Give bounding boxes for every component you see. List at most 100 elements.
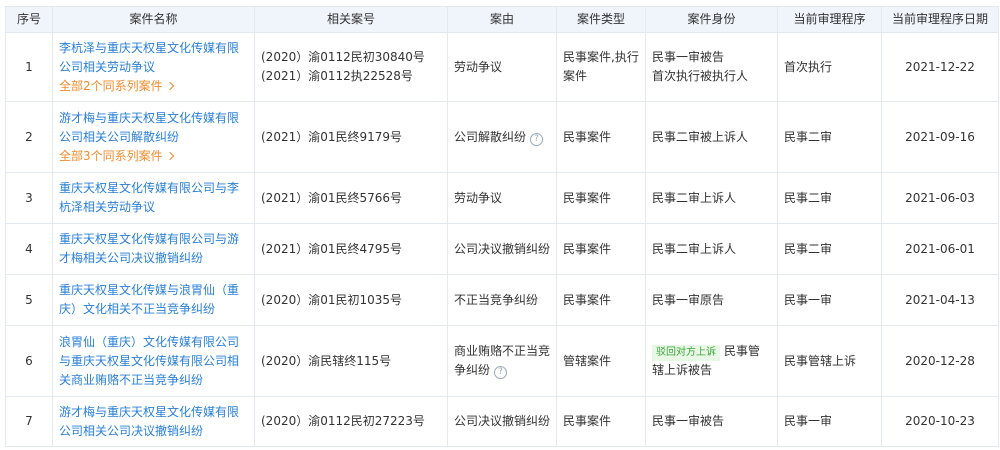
- procedure-date: 2021-12-22: [881, 32, 999, 102]
- col-header-index: 序号: [5, 6, 53, 33]
- case-number-cell: (2021）渝01民终4795号: [254, 223, 448, 275]
- series-cases-label: 全部3个同系列案件: [59, 148, 163, 163]
- procedure: 民事二审: [777, 172, 882, 224]
- case-number-cell: (2020）渝01民初1035号: [254, 274, 448, 326]
- procedure-date: 2021-06-01: [881, 223, 999, 275]
- case-name-cell: 游才梅与重庆天权星文化传媒有限公司相关公司决议撤销纠纷: [52, 396, 255, 447]
- cause-cell: 公司解散纠纷?: [447, 101, 557, 173]
- case-number: (2020）渝民辖终115号: [261, 353, 392, 368]
- case-type: 民事案件: [556, 101, 646, 173]
- cause-cell: 不正当竞争纠纷: [447, 274, 557, 326]
- case-identity-cell: 民事二审上诉人: [645, 223, 778, 275]
- case-identity: 民事二审被上诉人: [652, 129, 749, 144]
- case-number: (2020）渝0112民初27223号: [261, 414, 425, 428]
- series-cases-label: 全部2个同系列案件: [59, 78, 163, 93]
- col-header-case-name: 案件名称: [52, 6, 255, 33]
- case-name-cell: 游才梅与重庆天权星文化传媒有限公司相关公司解散纠纷全部3个同系列案件: [52, 101, 255, 173]
- case-name-link[interactable]: 浪胃仙（重庆）文化传媒有限公司与重庆天权星文化传媒有限公司相关商业贿赂不正当竞争…: [59, 335, 239, 387]
- table-row: 3 重庆天权星文化传媒有限公司与李杭泽相关劳动争议 (2021）渝01民终5766号…: [5, 172, 999, 224]
- case-name-link[interactable]: 重庆天权星文化传媒与浪胃仙（重庆）文化相关不正当竞争纠纷: [59, 283, 239, 316]
- series-cases-link[interactable]: 全部3个同系列案件: [59, 147, 248, 166]
- table-row: 1 李杭泽与重庆天权星文化传媒有限公司相关劳动争议 全部2个同系列案件 (2020）渝…: [5, 32, 999, 102]
- question-circle-icon[interactable]: ?: [494, 366, 508, 379]
- case-type: 民事案件: [556, 274, 646, 326]
- procedure: 民事一审: [777, 396, 882, 447]
- result-badge: 驳回对方上诉: [652, 345, 720, 361]
- procedure: 首次执行: [777, 32, 882, 102]
- case-identity: 民事二审上诉人: [652, 241, 737, 256]
- case-number-cell: (2020）渝0112民初30840号 (2021）渝0112执22528号: [254, 32, 448, 102]
- table-row: 5 重庆天权星文化传媒与浪胃仙（重庆）文化相关不正当竞争纠纷 (2020）渝01民初…: [5, 274, 999, 326]
- case-identity: 民事二审上诉人: [652, 190, 737, 205]
- case-name-cell: 重庆天权星文化传媒有限公司与游才梅相关公司决议撤销纠纷: [52, 223, 255, 275]
- case-number: (2020）渝01民初1035号: [261, 292, 403, 307]
- row-index: 6: [5, 325, 53, 397]
- cause-text: 劳动争议: [454, 59, 503, 74]
- case-identity-cell: 民事一审被告 首次执行被执行人: [645, 32, 778, 102]
- procedure: 民事二审: [777, 223, 882, 275]
- col-header-case-type: 案件类型: [556, 6, 646, 33]
- cause-cell: 劳动争议: [447, 32, 557, 102]
- procedure: 民事二审: [777, 101, 882, 173]
- case-name-link[interactable]: 游才梅与重庆天权星文化传媒有限公司相关公司决议撤销纠纷: [59, 405, 239, 438]
- case-number: (2021）渝01民终5766号: [261, 190, 403, 205]
- case-identity-cell: 民事一审原告: [645, 274, 778, 326]
- cause-cell: 公司决议撤销纠纷: [447, 223, 557, 275]
- row-index: 2: [5, 101, 53, 173]
- table-header-row: 序号 案件名称 相关案号 案由 案件类型 案件身份 当前审理程序 当前审理程序日…: [5, 6, 999, 33]
- case-name-cell: 浪胃仙（重庆）文化传媒有限公司与重庆天权星文化传媒有限公司相关商业贿赂不正当竞争…: [52, 325, 255, 397]
- case-name-link[interactable]: 重庆天权星文化传媒有限公司与游才梅相关公司决议撤销纠纷: [59, 232, 239, 265]
- case-name-link[interactable]: 李杭泽与重庆天权星文化传媒有限公司相关劳动争议: [59, 41, 239, 74]
- procedure-date: 2020-12-28: [881, 325, 999, 397]
- case-identity: 民事一审被告: [652, 414, 725, 428]
- table-row: 6 浪胃仙（重庆）文化传媒有限公司与重庆天权星文化传媒有限公司相关商业贿赂不正当竞…: [5, 325, 999, 397]
- series-cases-link[interactable]: 全部2个同系列案件: [59, 77, 248, 96]
- cause-text: 公司解散纠纷: [454, 129, 527, 144]
- table-row: 7 游才梅与重庆天权星文化传媒有限公司相关公司决议撤销纠纷 (2020）渝0112民…: [5, 396, 999, 447]
- case-identity-cell: 驳回对方上诉 民事管辖上诉被告: [645, 325, 778, 397]
- case-number: (2021）渝0112执22528号: [261, 69, 413, 83]
- case-identity-cell: 民事二审上诉人: [645, 172, 778, 224]
- cause-text: 公司决议撤销纠纷: [454, 241, 551, 256]
- question-circle-icon[interactable]: ?: [530, 132, 544, 146]
- case-number-cell: (2021）渝01民终9179号: [254, 101, 448, 173]
- case-name-cell: 李杭泽与重庆天权星文化传媒有限公司相关劳动争议全部2个同系列案件: [52, 32, 255, 102]
- procedure-date: 2021-06-03: [881, 172, 999, 224]
- table-row: 4 重庆天权星文化传媒有限公司与游才梅相关公司决议撤销纠纷 (2021）渝01民终4…: [5, 223, 999, 275]
- row-index: 7: [5, 396, 53, 447]
- col-header-procedure: 当前审理程序: [777, 6, 882, 33]
- row-index: 5: [5, 274, 53, 326]
- col-header-case-number: 相关案号: [254, 6, 448, 33]
- case-name-link[interactable]: 游才梅与重庆天权星文化传媒有限公司相关公司解散纠纷: [59, 111, 239, 144]
- case-name-link[interactable]: 重庆天权星文化传媒有限公司与李杭泽相关劳动争议: [59, 181, 239, 214]
- case-name-cell: 重庆天权星文化传媒与浪胃仙（重庆）文化相关不正当竞争纠纷: [52, 274, 255, 326]
- procedure: 民事管辖上诉: [777, 325, 882, 397]
- chevron-right-icon: [165, 151, 174, 160]
- chevron-right-icon: [165, 81, 174, 90]
- cause-text: 劳动争议: [454, 190, 503, 205]
- col-header-case-identity: 案件身份: [645, 6, 778, 33]
- case-identity: 民事一审被告 首次执行被执行人: [652, 50, 749, 83]
- col-header-cause: 案由: [447, 6, 557, 33]
- case-identity-cell: 民事二审被上诉人: [645, 101, 778, 173]
- case-number: (2020）渝0112民初30840号: [261, 50, 425, 64]
- case-number-cell: (2021）渝01民终5766号: [254, 172, 448, 224]
- row-index: 3: [5, 172, 53, 224]
- procedure-date: 2020-10-23: [881, 396, 999, 447]
- case-number-cell: (2020）渝民辖终115号: [254, 325, 448, 397]
- procedure: 民事一审: [777, 274, 882, 326]
- col-header-procedure-date: 当前审理程序日期: [881, 6, 999, 33]
- case-identity-cell: 民事一审被告: [645, 396, 778, 447]
- case-name-cell: 重庆天权星文化传媒有限公司与李杭泽相关劳动争议: [52, 172, 255, 224]
- case-type: 民事案件,执行案件: [556, 32, 646, 102]
- cause-cell: 商业贿赂不正当竞争纠纷?: [447, 325, 557, 397]
- case-identity: 民事一审原告: [652, 292, 725, 307]
- procedure-date: 2021-09-16: [881, 101, 999, 173]
- cases-table: 序号 案件名称 相关案号 案由 案件类型 案件身份 当前审理程序 当前审理程序日…: [5, 6, 999, 447]
- case-type: 民事案件: [556, 223, 646, 275]
- case-type: 民事案件: [556, 396, 646, 447]
- cause-text: 公司决议撤销纠纷: [454, 414, 551, 428]
- case-type: 管辖案件: [556, 325, 646, 397]
- case-number: (2021）渝01民终4795号: [261, 241, 403, 256]
- row-index: 1: [5, 32, 53, 102]
